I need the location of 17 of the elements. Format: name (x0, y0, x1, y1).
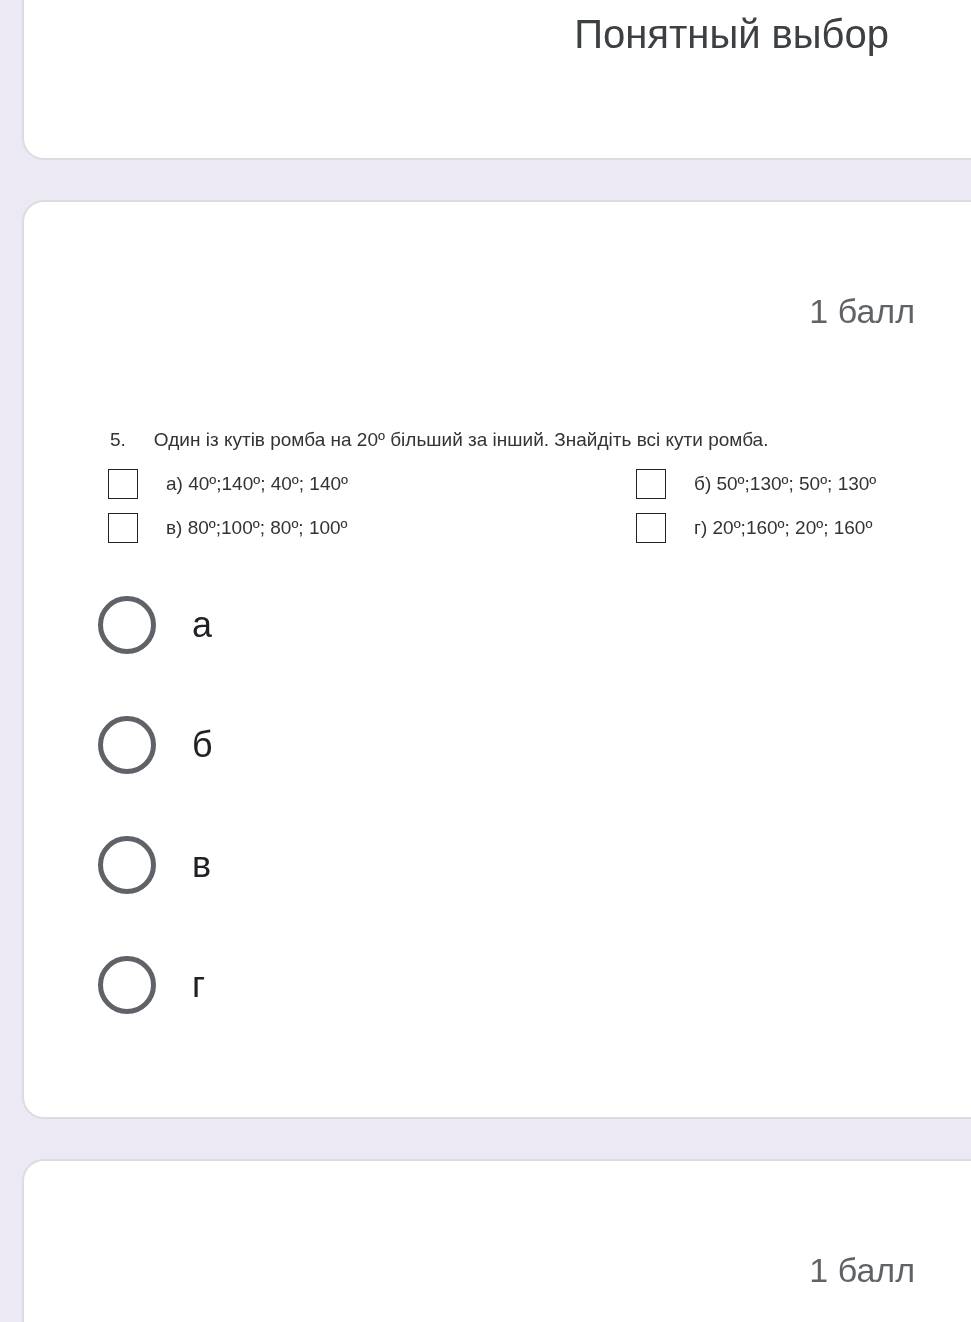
answer-option-text: г) 20º;160º; 20º; 160º (694, 517, 873, 539)
choice-label[interactable]: а (192, 604, 213, 646)
points-label: 1 балл (808, 1250, 916, 1290)
choice-label[interactable]: б (192, 724, 213, 766)
answer-option-text: а) 40º;140º; 40º; 140º (166, 473, 348, 495)
radio-button[interactable] (98, 956, 156, 1014)
radio-button[interactable] (98, 836, 156, 894)
question-number: 5. (110, 429, 126, 451)
form-title: Понятный выбор (574, 12, 889, 58)
answer-option-text: б) 50º;130º; 50º; 130º (694, 473, 877, 495)
question-text: Один із кутів ромба на 20º більший за інший. Знайдіть всі кути ромба. (153, 429, 769, 451)
choice-label[interactable]: г (192, 964, 206, 1006)
radio-button[interactable] (98, 716, 156, 774)
radio-button[interactable] (98, 596, 156, 654)
answer-option-text: в) 80º;100º; 80º; 100º (166, 517, 348, 539)
choice-label[interactable]: в (192, 844, 212, 886)
points-label: 1 балл (808, 291, 916, 331)
